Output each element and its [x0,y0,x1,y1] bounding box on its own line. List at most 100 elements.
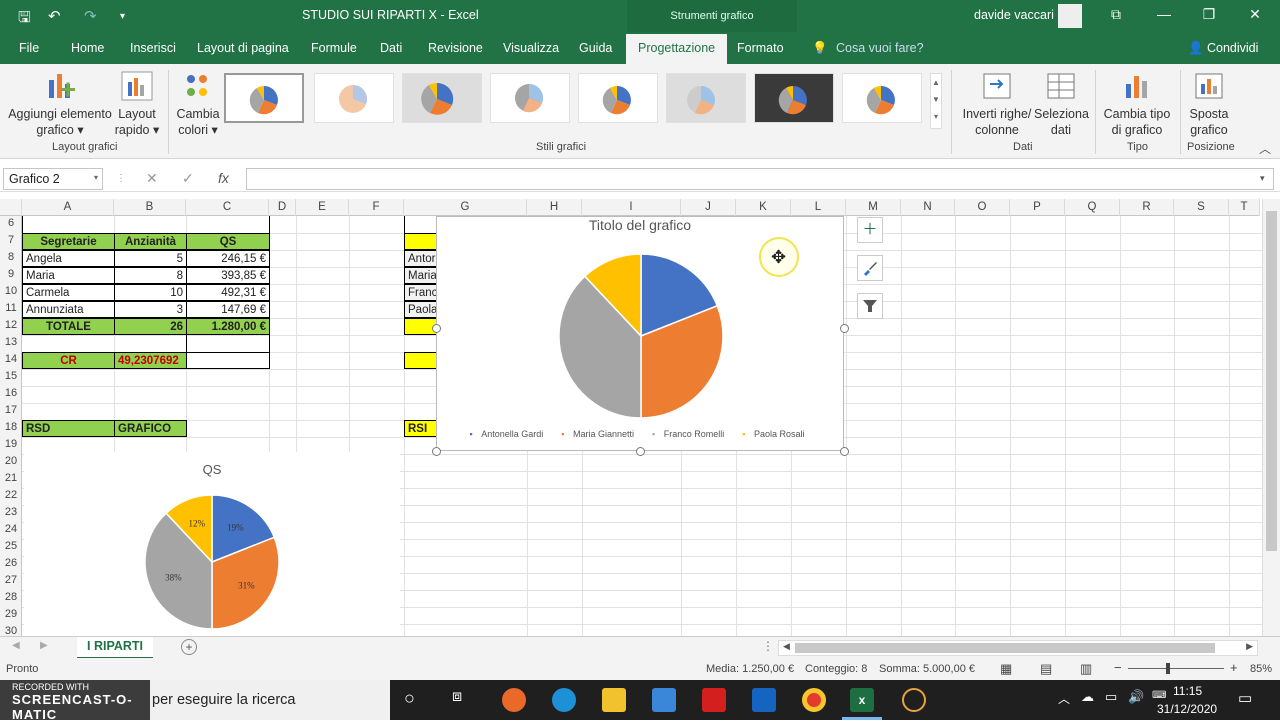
store-icon[interactable] [652,688,676,712]
tray-chevron-icon[interactable]: ︿ [1058,690,1070,707]
column-header-s[interactable]: S [1174,199,1229,216]
cortana-icon[interactable]: ○ [404,688,415,709]
redo-icon[interactable]: ↷ [84,7,97,25]
pie-chart-main[interactable]: Titolo del grafico ▪ Antonella Gardi ▪ Ma… [436,216,844,451]
scroll-right-icon[interactable]: ▶ [1246,641,1253,652]
tab-file[interactable]: File [19,41,39,55]
clock-time[interactable]: 11:15 [1173,684,1202,698]
vertical-scrollbar[interactable] [1262,199,1280,636]
cr-value[interactable]: 49,2307692 [114,352,187,369]
tab-help[interactable]: Guida [579,41,612,55]
clock-date[interactable]: 31/12/2020 [1157,702,1217,716]
resize-handle[interactable] [636,447,645,456]
name-box-dropdown-icon[interactable]: ▾ [94,173,98,182]
tab-formulas[interactable]: Formule [311,41,357,55]
add-sheet-button[interactable]: + [181,639,197,655]
row-header[interactable]: 21 [0,472,22,484]
empty-cell[interactable] [186,352,270,369]
network-icon[interactable]: ▭ [1105,689,1117,705]
row-header[interactable]: 26 [0,557,22,569]
row-header[interactable]: 14 [0,353,22,365]
row-header[interactable]: 23 [0,506,22,518]
chart-style-1[interactable] [224,73,304,123]
name-box[interactable]: Grafico 2 ▾ [3,168,103,190]
task-view-icon[interactable]: ⧈ [452,688,462,706]
excel-icon[interactable]: x [850,688,874,712]
column-header-i[interactable]: I [582,199,681,216]
firefox-icon[interactable] [502,688,526,712]
chart-style-8[interactable] [842,73,922,123]
volume-icon[interactable]: 🔊 [1128,689,1144,705]
onedrive-icon[interactable]: ☁ [1081,689,1094,705]
table-cell[interactable]: Carmela [22,284,115,301]
table-cell[interactable]: 3 [114,301,187,318]
column-header-d[interactable]: D [269,199,296,216]
keyboard-icon[interactable]: ⌨ [1152,690,1166,701]
zoom-slider[interactable] [1128,668,1224,669]
user-name[interactable]: davide vaccari [974,8,1054,22]
notifications-icon[interactable]: ▭ [1238,689,1252,707]
chart-legend[interactable]: ▪ Antonella Gardi ▪ Maria Giannetti ▪ Fran… [437,429,843,439]
column-header-j[interactable]: J [681,199,736,216]
table-cell[interactable]: Annunziata [22,301,115,318]
edge-icon[interactable] [552,688,576,712]
table-cell[interactable]: 10 [114,284,187,301]
chart-styles-brush-button[interactable] [857,255,883,281]
column-header-m[interactable]: M [846,199,901,216]
resize-handle[interactable] [432,447,441,456]
table-header[interactable]: QS [186,233,270,250]
chart-style-3[interactable] [402,73,482,123]
legend-item[interactable]: ▪ Franco Romelli [652,429,730,439]
next-sheet-icon[interactable]: ▶ [40,640,48,651]
resize-handle[interactable] [840,324,849,333]
total-qs[interactable]: 1.280,00 € [186,318,270,335]
status-average[interactable]: Media: 1.250,00 € [706,663,794,675]
zoom-out-icon[interactable]: − [1114,660,1122,675]
row-header[interactable]: 11 [0,302,22,314]
formula-input[interactable] [246,168,1274,190]
gallery-scroll[interactable]: ▲ ▼ ▾ [930,73,942,129]
chart-style-2[interactable] [314,73,394,123]
chart-elements-button[interactable]: ＋ [857,217,883,243]
column-header-p[interactable]: P [1010,199,1065,216]
resize-handle[interactable] [432,324,441,333]
column-header-k[interactable]: K [736,199,791,216]
total-label[interactable]: TOTALE [22,318,115,335]
select-all[interactable] [0,199,22,216]
column-header-o[interactable]: O [955,199,1010,216]
cr-label[interactable]: CR [22,352,115,369]
save-icon[interactable]: 🖫 [18,7,31,32]
chart-style-4[interactable] [490,73,570,123]
rsd-label[interactable]: RSD [22,420,115,437]
row-header[interactable]: 22 [0,489,22,501]
column-header-b[interactable]: B [114,199,186,216]
row-header[interactable]: 18 [0,421,22,433]
zoom-in-icon[interactable]: + [1230,660,1238,675]
undo-icon[interactable]: ↶ [48,7,61,25]
share-button[interactable]: Condividi [1207,41,1258,55]
scroll-thumb[interactable] [1266,211,1277,551]
select-data-button[interactable]: Seleziona dati [1034,64,1089,138]
chart-title[interactable]: QS [24,462,400,477]
scroll-thumb[interactable] [795,643,1215,653]
share-icon[interactable]: 👤 [1188,41,1204,56]
expand-formula-icon[interactable]: ▾ [1260,173,1265,184]
row-header[interactable]: 10 [0,285,22,297]
row-header[interactable]: 24 [0,523,22,535]
grafico-label[interactable]: GRAFICO [114,420,187,437]
row-header[interactable]: 6 [0,217,22,229]
zoom-slider-thumb[interactable] [1166,663,1170,674]
chart-style-5[interactable] [578,73,658,123]
chart-title[interactable]: Titolo del grafico [437,217,843,233]
change-colors-button[interactable]: Cambia colori ▾ [174,64,222,138]
column-header-h[interactable]: H [527,199,582,216]
table-cell[interactable]: 147,69 € [186,301,270,318]
chrome-icon[interactable] [802,688,826,712]
tab-design[interactable]: Progettazione [626,34,728,64]
tab-review[interactable]: Revisione [428,41,483,55]
status-sum[interactable]: Somma: 5.000,00 € [879,663,975,675]
row-header[interactable]: 16 [0,387,22,399]
change-chart-type-button[interactable]: Cambia tipo di grafico [1100,64,1174,138]
ribbon-display-icon[interactable]: ⧉ [1106,6,1126,23]
prev-sheet-icon[interactable]: ◀ [12,640,20,651]
